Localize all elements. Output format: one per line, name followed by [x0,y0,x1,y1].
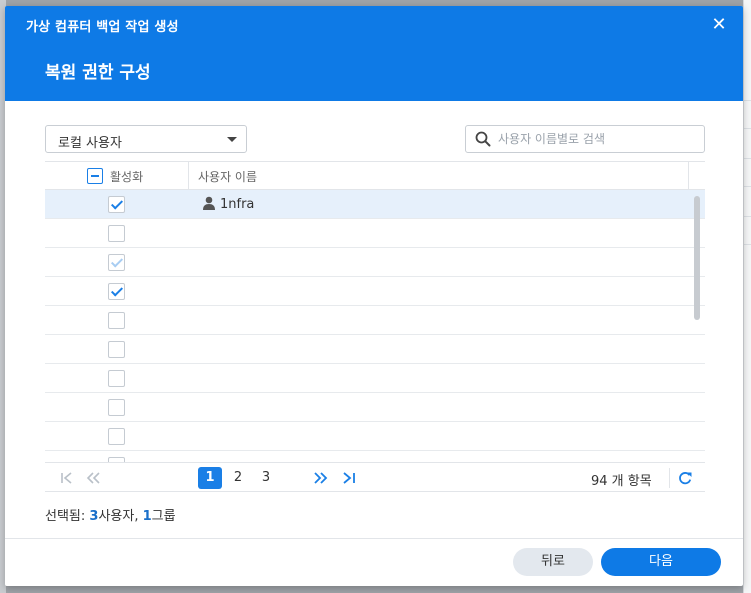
create-vm-backup-task-dialog: 가상 컴퓨터 백업 작업 생성 ✕ 복원 권한 구성 로컬 사용자 활성화 사용… [5,6,743,586]
column-header-user-name[interactable]: 사용자 이름 [198,168,257,185]
user-type-select[interactable]: 로컬 사용자 [45,125,247,153]
table-row[interactable] [45,277,705,306]
table-row[interactable] [45,335,705,364]
enable-checkbox[interactable] [108,341,125,358]
user-icon [203,196,215,210]
background-app-edge-right [743,0,751,593]
table-row[interactable] [45,422,705,451]
user-name: 1nfra [220,197,255,212]
next-page-icon[interactable] [313,470,329,486]
grid-scrollbar[interactable] [694,196,700,320]
selection-summary: 선택됨: 3사용자, 1그룹 [45,505,176,524]
page-button-1[interactable]: 1 [198,467,222,489]
close-button[interactable]: ✕ [709,15,729,35]
enable-checkbox[interactable] [108,225,125,242]
table-row[interactable]: 1nfra [45,190,705,219]
step-title: 복원 권한 구성 [45,63,151,83]
column-header-enable[interactable]: 활성화 [110,168,143,185]
search-input[interactable] [498,129,698,149]
page-button-2[interactable]: 2 [226,467,250,489]
close-icon: ✕ [711,14,727,35]
enable-checkbox[interactable] [108,254,125,271]
column-divider [188,162,189,190]
pagination-bar: 1 2 3 94 개 항목 [45,462,705,492]
next-button[interactable]: 다음 [601,548,721,576]
refresh-icon[interactable] [677,470,693,486]
user-type-select-value: 로컬 사용자 [58,136,122,151]
pager-divider [669,468,670,488]
chevron-down-icon [227,137,237,142]
enable-checkbox[interactable] [108,196,125,213]
column-divider [688,162,689,190]
grid-header: 활성화 사용자 이름 [45,162,705,190]
enable-checkbox[interactable] [108,312,125,329]
user-permission-grid: 활성화 사용자 이름 1nfra [45,161,705,491]
back-button[interactable]: 뒤로 [513,548,593,576]
enable-checkbox[interactable] [108,283,125,300]
last-page-icon[interactable] [341,470,357,486]
grid-rows: 1nfra [45,190,705,480]
first-page-icon[interactable] [59,470,75,486]
search-field[interactable] [465,125,705,153]
table-row[interactable] [45,364,705,393]
table-row[interactable] [45,306,705,335]
select-all-checkbox[interactable] [87,168,103,184]
item-count: 94 개 항목 [591,474,652,489]
search-icon [475,131,491,147]
selected-groups-count: 1 [142,509,152,524]
selected-groups-label: 그룹 [151,509,176,524]
selection-summary-prefix: 선택됨: [45,509,86,524]
enable-checkbox[interactable] [108,399,125,416]
enable-checkbox[interactable] [108,370,125,387]
enable-checkbox[interactable] [108,428,125,445]
footer-divider [5,538,743,539]
table-row[interactable] [45,219,705,248]
table-row[interactable] [45,248,705,277]
window-title: 가상 컴퓨터 백업 작업 생성 [26,20,179,35]
selected-users-label: 사용자, [98,509,139,524]
page-button-3[interactable]: 3 [254,467,278,489]
previous-page-icon[interactable] [85,470,101,486]
table-row[interactable] [45,393,705,422]
dialog-header: 가상 컴퓨터 백업 작업 생성 ✕ 복원 권한 구성 [5,6,743,101]
